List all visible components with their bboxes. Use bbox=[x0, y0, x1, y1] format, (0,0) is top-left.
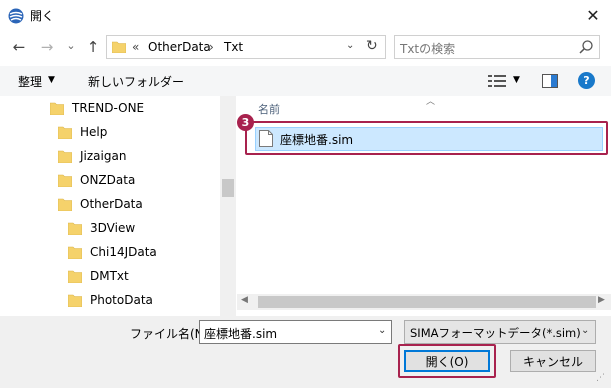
chevron-down-icon: ⌄ bbox=[66, 38, 76, 52]
highlight-box bbox=[245, 121, 608, 155]
preview-pane-icon[interactable] bbox=[542, 74, 558, 88]
resize-grip-icon[interactable]: ⋰ bbox=[596, 373, 605, 383]
step-badge: 3 bbox=[237, 114, 254, 131]
sort-ascending-icon: ︿ bbox=[426, 97, 436, 107]
back-button[interactable]: ← bbox=[10, 38, 28, 56]
search-icon[interactable] bbox=[578, 39, 594, 55]
folder-icon bbox=[112, 41, 126, 53]
close-button[interactable]: ✕ bbox=[575, 0, 611, 30]
tree-item[interactable]: Chi14JData bbox=[68, 241, 157, 263]
cancel-button[interactable]: キャンセル bbox=[510, 350, 596, 372]
chevron-down-icon[interactable]: ⌄ bbox=[378, 325, 386, 336]
folder-icon bbox=[68, 294, 82, 307]
tree-item[interactable]: 3DView bbox=[68, 217, 135, 239]
breadcrumb-otherdata[interactable]: OtherData bbox=[148, 40, 211, 54]
window-title: 開く bbox=[30, 9, 55, 23]
tree-item[interactable]: OtherData bbox=[58, 193, 143, 215]
address-overflow-icon[interactable]: « bbox=[132, 40, 139, 54]
file-type-value[interactable]: SIMAフォーマットデータ(*.sim) bbox=[410, 325, 581, 341]
search-placeholder: Txtの検索 bbox=[400, 42, 456, 56]
tree-item[interactable]: TREND-ONE bbox=[50, 97, 144, 119]
chevron-down-icon[interactable]: ⌄ bbox=[581, 325, 589, 336]
title-bar bbox=[0, 0, 611, 30]
folder-icon bbox=[50, 102, 64, 115]
tree-item-label: DMTxt bbox=[90, 269, 129, 283]
tree-item-label: PhotoData bbox=[90, 293, 153, 307]
tree-scrollbar-thumb[interactable] bbox=[222, 179, 234, 197]
caret-down-icon[interactable]: ▼ bbox=[48, 75, 55, 85]
app-icon bbox=[8, 8, 24, 24]
address-dropdown-icon[interactable]: ⌄ bbox=[346, 40, 354, 51]
horizontal-scrollbar-thumb[interactable] bbox=[258, 296, 596, 308]
tree-item[interactable]: PhotoData bbox=[68, 289, 153, 311]
tree-item[interactable]: Jizaigan bbox=[58, 145, 126, 167]
breadcrumb-txt[interactable]: Txt bbox=[224, 40, 243, 54]
up-button[interactable]: ↑ bbox=[84, 38, 102, 56]
organize-button[interactable]: 整理 bbox=[18, 73, 42, 90]
close-icon: ✕ bbox=[586, 5, 600, 25]
folder-icon bbox=[58, 150, 72, 163]
tree-item-label: OtherData bbox=[80, 197, 143, 211]
folder-icon bbox=[68, 222, 82, 235]
new-folder-button[interactable]: 新しいフォルダー bbox=[88, 73, 184, 90]
forward-arrow-icon: → bbox=[40, 38, 54, 56]
folder-icon bbox=[58, 126, 72, 139]
up-arrow-icon: ↑ bbox=[86, 38, 100, 56]
forward-button[interactable]: → bbox=[38, 38, 56, 56]
folder-icon bbox=[58, 198, 72, 211]
tree-item[interactable]: ONZData bbox=[58, 169, 135, 191]
help-icon[interactable]: ? bbox=[578, 72, 595, 89]
recent-locations-button[interactable]: ⌄ bbox=[62, 36, 80, 54]
tree-item-label: 3DView bbox=[90, 221, 136, 235]
scroll-right-icon[interactable]: ▶ bbox=[598, 295, 605, 305]
column-header-name[interactable]: 名前 bbox=[258, 101, 280, 117]
tree-item-label: ONZData bbox=[80, 173, 136, 187]
tree-item[interactable]: Help bbox=[58, 121, 107, 143]
tree-item-label: Help bbox=[80, 125, 108, 139]
refresh-icon[interactable]: ↻ bbox=[366, 38, 378, 54]
scroll-left-icon[interactable]: ◀ bbox=[241, 295, 248, 305]
tree-scrollbar[interactable] bbox=[220, 96, 236, 316]
caret-down-icon[interactable]: ▼ bbox=[513, 75, 520, 85]
folder-icon bbox=[68, 270, 82, 283]
folder-icon bbox=[58, 174, 72, 187]
tree-item-label: Chi14JData bbox=[90, 245, 157, 259]
highlight-box bbox=[398, 344, 496, 378]
filename-value[interactable]: 座標地番.sim bbox=[204, 325, 277, 342]
breadcrumb-separator-icon[interactable]: › bbox=[209, 40, 214, 54]
folder-icon bbox=[68, 246, 82, 259]
view-options-icon[interactable] bbox=[488, 74, 506, 88]
tree-item-label: TREND-ONE bbox=[72, 101, 145, 115]
back-arrow-icon: ← bbox=[12, 38, 26, 56]
tree-item[interactable]: DMTxt bbox=[68, 265, 129, 287]
tree-item-label: Jizaigan bbox=[80, 149, 127, 163]
